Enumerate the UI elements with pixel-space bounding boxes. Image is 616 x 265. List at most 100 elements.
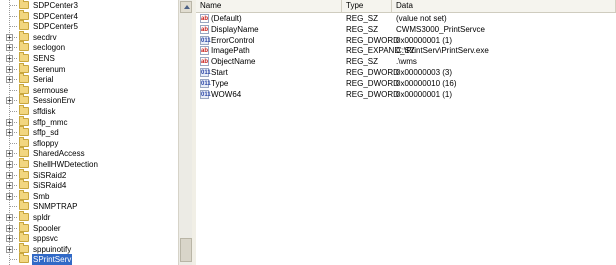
folder-icon [19,136,29,147]
tree-item[interactable]: sffp_mmc [0,115,178,128]
tree-item-label: SiSRaid4 [33,181,67,191]
binary-value-icon: 011 [200,78,211,88]
folder-icon [19,30,29,41]
value-data: C:\PrintServ\PrintServ.exe [396,46,489,56]
expand-plus-icon[interactable] [6,214,13,221]
tree-item[interactable]: SENS [0,52,178,64]
folder-icon [19,147,29,158]
registry-value-row[interactable]: ab ImagePath REG_EXPAND_SZ C:\PrintServ\Pri… [196,45,616,56]
tree-item[interactable]: Serenum [0,62,178,75]
tree-item[interactable]: Serial [0,73,178,85]
expand-plus-icon[interactable] [6,33,13,41]
folder-icon [19,200,29,211]
tree-item[interactable]: sfloppy [0,136,178,149]
value-data: 0x00000001 (1) [396,89,453,99]
tree-item[interactable]: SDPCenter4 [0,9,178,22]
expand-plus-icon[interactable] [6,150,13,158]
column-header-type[interactable]: Type [342,0,392,12]
value-data: 0x00000010 (16) [396,78,457,88]
scrollbar-thumb[interactable] [180,238,192,262]
expand-plus-icon[interactable] [6,97,13,105]
tree-item[interactable]: spldr [0,211,178,223]
value-name: ImagePath [211,46,250,56]
value-name: Type [211,78,229,88]
tree-item-label: SDPCenter4 [33,11,78,21]
list-header: Name Type Data [196,0,616,13]
value-name: (Default) [211,14,242,23]
tree-item[interactable]: sppsvc [0,232,178,244]
tree-item[interactable]: SNMPTRAP [0,200,178,212]
folder-icon [19,232,29,243]
registry-value-row[interactable]: ab DisplayName REG_SZ CWMS3000_PrintServce [196,24,616,35]
tree-item[interactable]: SDPCenter3 [0,0,178,11]
tree-item[interactable]: secdrv [0,30,178,43]
folder-icon [19,62,29,73]
column-header-data[interactable]: Data [392,0,616,12]
expand-plus-icon[interactable] [6,65,13,73]
registry-value-list[interactable]: Name Type Data ab (Default) REG_SZ (value n… [196,0,616,265]
tree-item[interactable]: SharedAccess [0,147,178,159]
expand-plus-icon[interactable] [6,44,13,52]
tree-item-label: sermouse [33,85,69,95]
tree-item[interactable]: sffp_sd [0,126,178,138]
folder-icon [19,179,29,190]
value-name: DisplayName [211,24,259,34]
registry-value-row[interactable]: 011 Type REG_DWORD 0x00000010 (16) [196,78,616,89]
column-header-name[interactable]: Name [196,0,342,12]
expand-plus-icon[interactable] [6,118,13,126]
expand-plus-icon[interactable] [6,235,13,243]
tree-item[interactable]: SiSRaid4 [0,179,178,191]
tree-connector-branch [10,15,17,17]
expand-plus-icon[interactable] [6,192,13,200]
tree-item-label: Serial [33,75,54,85]
registry-value-row[interactable]: 011 ErrorControl REG_DWORD 0x00000001 (1) [196,35,616,46]
scroll-up-arrow-icon[interactable] [180,1,192,13]
folder-icon [19,20,29,31]
tree-item[interactable]: Smb [0,189,178,202]
expand-plus-icon[interactable] [6,224,13,232]
tree-item-label: spldr [33,213,51,222]
tree-item[interactable]: SiSRaid2 [0,168,178,181]
tree-item-label: sffp_sd [33,128,59,138]
folder-icon [19,221,29,232]
value-type: REG_DWORD [346,35,399,45]
tree-item[interactable]: SessionEnv [0,94,178,106]
value-name: Start [211,68,228,77]
expand-plus-icon[interactable] [6,245,13,253]
tree-item[interactable]: SPrintServ [0,253,178,265]
value-data: 0x00000003 (3) [396,68,453,77]
tree-item[interactable]: sppuinotify [0,242,178,255]
expand-plus-icon[interactable] [6,182,13,190]
tree-item-label: SDPCenter5 [33,22,78,32]
folder-icon [19,168,29,179]
tree-vertical-scrollbar[interactable] [178,0,192,265]
tree-item-label: Spooler [33,223,61,233]
value-type: REG_DWORD [346,78,399,88]
registry-value-row[interactable]: ab (Default) REG_SZ (value not set) [196,13,616,24]
tree-item-label: SPrintServ [32,254,73,265]
tree-item[interactable]: SDPCenter5 [0,20,178,32]
tree-item[interactable]: sermouse [0,83,178,96]
binary-value-icon: 011 [200,35,211,45]
tree-connector-branch [10,259,17,261]
folder-icon [19,94,29,105]
tree-connector-branch [10,142,17,144]
tree-connector-branch [10,89,17,91]
tree-connector-branch [10,111,17,112]
expand-plus-icon[interactable] [6,129,13,137]
tree-item[interactable]: Spooler [0,221,178,234]
tree-item[interactable]: sffdisk [0,105,178,117]
tree-item[interactable]: ShellHWDetection [0,158,178,170]
registry-value-row[interactable]: ab ObjectName REG_SZ .\wms [196,56,616,67]
registry-value-row[interactable]: 011 WOW64 REG_DWORD 0x00000001 (1) [196,89,616,100]
expand-plus-icon[interactable] [6,55,13,62]
expand-plus-icon[interactable] [6,76,13,84]
registry-value-row[interactable]: 011 Start REG_DWORD 0x00000003 (3) [196,67,616,78]
registry-key-tree[interactable]: SDPCenter3SDPCenter4SDPCenter5secdrvsecl… [0,0,178,265]
expand-plus-icon[interactable] [6,171,13,179]
value-type: REG_SZ [346,57,379,67]
tree-item[interactable]: seclogon [0,41,178,53]
tree-connector-branch [10,5,17,6]
tree-connector-branch [10,26,17,28]
expand-plus-icon[interactable] [6,161,13,168]
